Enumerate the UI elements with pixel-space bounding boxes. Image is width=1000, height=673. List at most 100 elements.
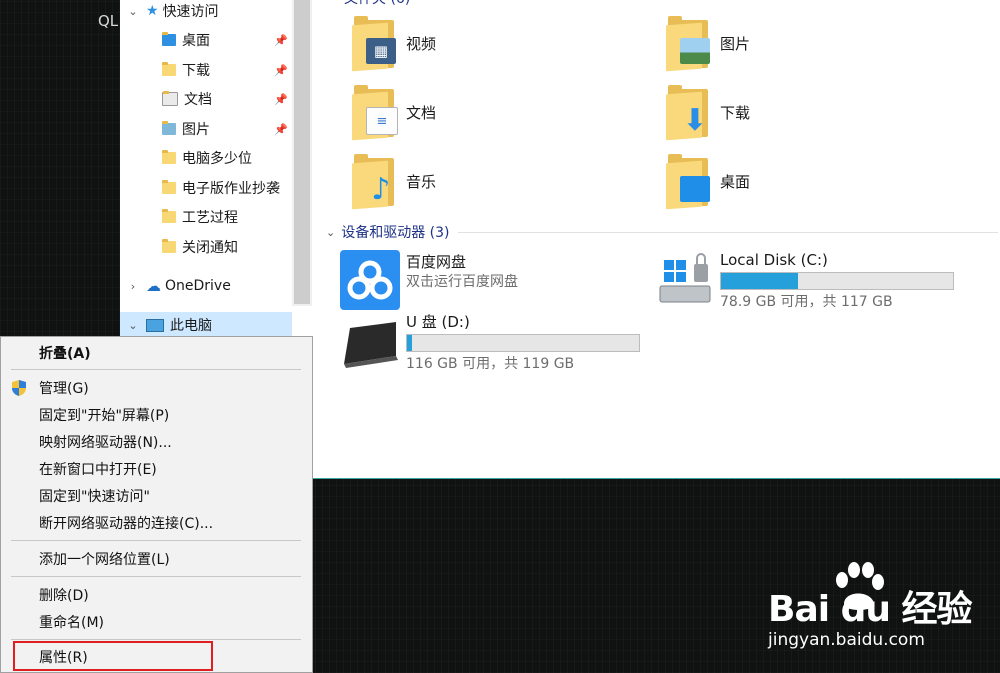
nav-item-label: 桌面 — [182, 33, 210, 49]
menu-item-pin-start[interactable]: 固定到"开始"屏幕(P) — [1, 401, 312, 428]
menu-item-pin-quick-access[interactable]: 固定到"快速访问" — [1, 482, 312, 509]
nav-item-label: 图片 — [182, 122, 210, 138]
folder-music[interactable]: ♪ 音乐 — [352, 149, 612, 213]
document-icon: ≡ — [366, 107, 398, 135]
menu-item-rename[interactable]: 重命名(M) — [1, 608, 312, 635]
desktop-icon-label[interactable]: QL — [98, 12, 118, 30]
folder-videos[interactable]: ▦ 视频 — [352, 11, 612, 75]
nav-this-pc[interactable]: ⌄ 此电脑 — [120, 312, 292, 338]
group-divider — [457, 231, 998, 233]
menu-item-label: 固定到"开始"屏幕(P) — [39, 407, 170, 424]
folder-icon — [162, 239, 176, 253]
nav-item-label: 文档 — [184, 92, 212, 108]
menu-item-map-drive[interactable]: 映射网络驱动器(N)... — [1, 428, 312, 455]
menu-item-label: 添加一个网络位置(L) — [39, 551, 170, 568]
nav-item-label: 快速访问 — [162, 4, 219, 20]
group-title: 设备和驱动器 (3) — [341, 225, 450, 241]
menu-item-label: 折叠(A) — [39, 345, 91, 362]
chevron-down-icon[interactable]: ⌄ — [326, 226, 335, 239]
watermark-logo-text: Bai du 经验 — [768, 589, 973, 630]
disk-usage-fill — [721, 273, 798, 289]
desktop-folder-icon — [666, 154, 712, 210]
document-folder-icon — [162, 91, 178, 106]
folder-desktop[interactable]: 桌面 — [666, 149, 926, 213]
nav-item-folder[interactable]: 工艺过程 — [120, 204, 292, 230]
menu-separator — [11, 576, 301, 577]
folder-pictures[interactable]: 图片 — [666, 11, 926, 75]
nav-item-folder[interactable]: 电子版作业抄袭 — [120, 175, 292, 201]
music-icon: ♪ — [371, 171, 391, 207]
menu-separator — [11, 540, 301, 541]
nav-item-label: 电子版作业抄袭 — [182, 181, 280, 197]
baidu-netdisk-item[interactable]: 百度网盘 双击运行百度网盘 — [340, 250, 518, 310]
nav-item-desktop[interactable]: 桌面 📌 — [120, 27, 292, 53]
video-folder-icon: ▦ — [352, 16, 398, 72]
disk-usage-fill — [407, 335, 412, 351]
nav-item-folder[interactable]: 电脑多少位 — [120, 145, 292, 171]
menu-item-open-new-window[interactable]: 在新窗口中打开(E) — [1, 455, 312, 482]
folder-label: 图片 — [720, 34, 751, 53]
folder-icon — [162, 209, 176, 223]
shield-icon — [11, 379, 27, 401]
folder-documents[interactable]: ≡ 文档 — [352, 80, 612, 144]
drive-d-item[interactable]: U 盘 (D:) 116 GB 可用，共 119 GB — [340, 312, 640, 374]
drive-name: U 盘 (D:) — [406, 313, 470, 331]
desktop-icon — [680, 176, 710, 202]
menu-item-delete[interactable]: 删除(D) — [1, 581, 312, 608]
nav-onedrive[interactable]: › ☁ OneDrive — [120, 273, 292, 299]
drive-c-item[interactable]: Local Disk (C:) 78.9 GB 可用，共 117 GB — [654, 250, 954, 312]
nav-scrollbar[interactable] — [292, 0, 312, 306]
menu-item-label: 在新窗口中打开(E) — [39, 461, 157, 478]
menu-item-disconnect-drive[interactable]: 断开网络驱动器的连接(C)... — [1, 509, 312, 536]
scrollbar-thumb[interactable] — [294, 0, 310, 304]
folder-label: 下载 — [720, 103, 751, 122]
nav-item-label: 此电脑 — [170, 318, 212, 334]
computer-icon — [146, 318, 164, 332]
nav-item-label: 电脑多少位 — [182, 151, 252, 167]
menu-item-label: 删除(D) — [39, 587, 89, 604]
menu-item-label: 管理(G) — [39, 380, 89, 397]
nav-item-label: 关闭通知 — [182, 240, 238, 256]
disk-space-text: 78.9 GB 可用，共 117 GB — [720, 294, 893, 310]
menu-item-label: 断开网络驱动器的连接(C)... — [39, 515, 214, 532]
nav-quick-access[interactable]: ⌄ ★ 快速访问 — [120, 0, 292, 24]
menu-item-manage[interactable]: 管理(G) — [1, 374, 312, 401]
menu-separator — [11, 639, 301, 640]
disk-usage-bar — [720, 272, 954, 290]
folder-downloads[interactable]: ⬇ 下载 — [666, 80, 926, 144]
pin-icon[interactable]: 📌 — [274, 123, 288, 136]
folder-label: 桌面 — [720, 172, 751, 191]
menu-item-add-network-location[interactable]: 添加一个网络位置(L) — [1, 545, 312, 572]
picture-folder-icon — [162, 121, 176, 135]
folder-label: 音乐 — [406, 172, 437, 191]
pin-icon[interactable]: 📌 — [274, 64, 288, 77]
group-title: 文件夹 (6) — [344, 0, 410, 8]
nav-item-downloads[interactable]: 下载 📌 — [120, 57, 292, 83]
nav-item-documents[interactable]: 文档 📌 — [120, 86, 292, 112]
baidu-jingyan-watermark: Bai du 经验 jingyan.baidu.com — [752, 560, 992, 660]
chevron-down-icon[interactable]: ⌄ — [120, 319, 146, 332]
nav-item-pictures[interactable]: 图片 📌 — [120, 116, 292, 142]
nav-item-folder[interactable]: 关闭通知 — [120, 234, 292, 260]
folder-label: 视频 — [406, 34, 437, 53]
desktop-folder-icon — [162, 32, 176, 46]
pin-icon[interactable]: 📌 — [274, 93, 288, 106]
cloud-icon: ☁ — [146, 277, 161, 295]
drive-subtitle: 双击运行百度网盘 — [406, 274, 518, 290]
devices-group-header[interactable]: ⌄ 设备和驱动器 (3) — [326, 222, 998, 242]
folders-group-header[interactable]: 文件夹 (6) — [344, 0, 410, 8]
drive-name: Local Disk (C:) — [720, 251, 828, 269]
chevron-right-icon[interactable]: › — [120, 280, 146, 293]
disk-space-text: 116 GB 可用，共 119 GB — [406, 356, 575, 372]
navigation-pane: ⌄ ★ 快速访问 桌面 📌 下载 📌 文档 📌 图片 📌 电脑多少位 电子版作业… — [120, 0, 292, 338]
context-menu: 折叠(A) 管理(G) 固定到"开始"屏幕(P) 映射网络驱动器(N)... 在… — [0, 336, 313, 673]
pin-icon[interactable]: 📌 — [274, 34, 288, 47]
chevron-down-icon[interactable]: ⌄ — [120, 5, 146, 18]
menu-item-collapse[interactable]: 折叠(A) — [1, 339, 312, 366]
usb-drive-icon — [340, 312, 402, 374]
nav-item-label: 下载 — [182, 63, 210, 79]
menu-item-label: 固定到"快速访问" — [39, 488, 150, 505]
download-folder-icon: ⬇ — [666, 85, 712, 141]
nav-item-label: OneDrive — [165, 278, 231, 294]
drive-name: 百度网盘 — [406, 253, 467, 271]
